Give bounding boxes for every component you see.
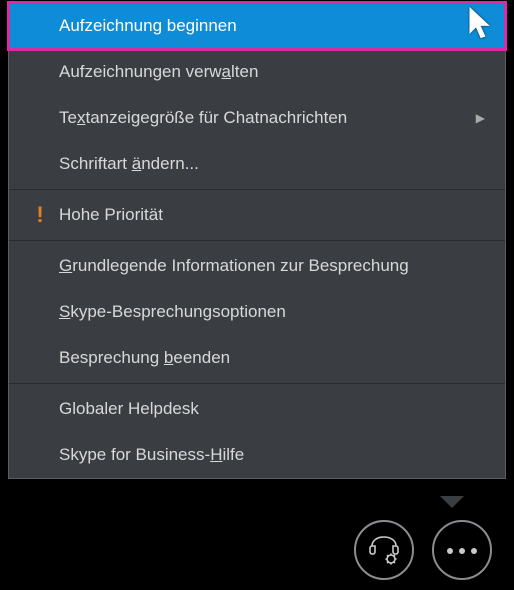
menu-item-label: Besprechung beenden xyxy=(59,348,230,368)
menu-item-label: Skype for Business-Hilfe xyxy=(59,445,244,465)
phone-gear-icon xyxy=(366,532,402,568)
high-priority-icon: ! xyxy=(31,202,49,228)
menu-item[interactable]: Skype for Business-Hilfe xyxy=(9,432,505,478)
menu-item[interactable]: Skype-Besprechungsoptionen xyxy=(9,289,505,335)
menu-item-label: Schriftart ändern... xyxy=(59,154,199,174)
menu-item-label: Grundlegende Informationen zur Besprechu… xyxy=(59,256,409,276)
menu-item-label: Textanzeigegröße für Chatnachrichten xyxy=(59,108,347,128)
menu-item-label: Globaler Helpdesk xyxy=(59,399,199,419)
menu-item[interactable]: Aufzeichnungen verwalten xyxy=(9,49,505,95)
menu-item-label: Skype-Besprechungsoptionen xyxy=(59,302,286,322)
menu-divider xyxy=(9,383,505,384)
menu-item[interactable]: Aufzeichnung beginnen xyxy=(9,3,505,49)
menu-callout-arrow-icon xyxy=(440,496,464,508)
menu-item[interactable]: Besprechung beenden xyxy=(9,335,505,381)
menu-item[interactable]: Schriftart ändern... xyxy=(9,141,505,187)
menu-item[interactable]: ! Hohe Priorität xyxy=(9,192,505,238)
call-bottom-bar xyxy=(0,508,514,590)
menu-item[interactable]: Globaler Helpdesk xyxy=(9,386,505,432)
ellipsis-icon xyxy=(444,541,480,559)
menu-item[interactable]: Grundlegende Informationen zur Besprechu… xyxy=(9,243,505,289)
context-menu: Aufzeichnung beginnen Aufzeichnungen verw… xyxy=(8,2,506,479)
menu-item-label: Aufzeichnungen verwalten xyxy=(59,62,258,82)
call-controls-button[interactable] xyxy=(354,520,414,580)
menu-divider xyxy=(9,240,505,241)
menu-item[interactable]: Textanzeigegröße für Chatnachrichten ▶ xyxy=(9,95,505,141)
menu-item-label: Aufzeichnung beginnen xyxy=(59,16,237,36)
more-options-button[interactable] xyxy=(432,520,492,580)
menu-divider xyxy=(9,189,505,190)
menu-item-label: Hohe Priorität xyxy=(59,205,163,225)
chevron-right-icon: ▶ xyxy=(476,111,485,125)
